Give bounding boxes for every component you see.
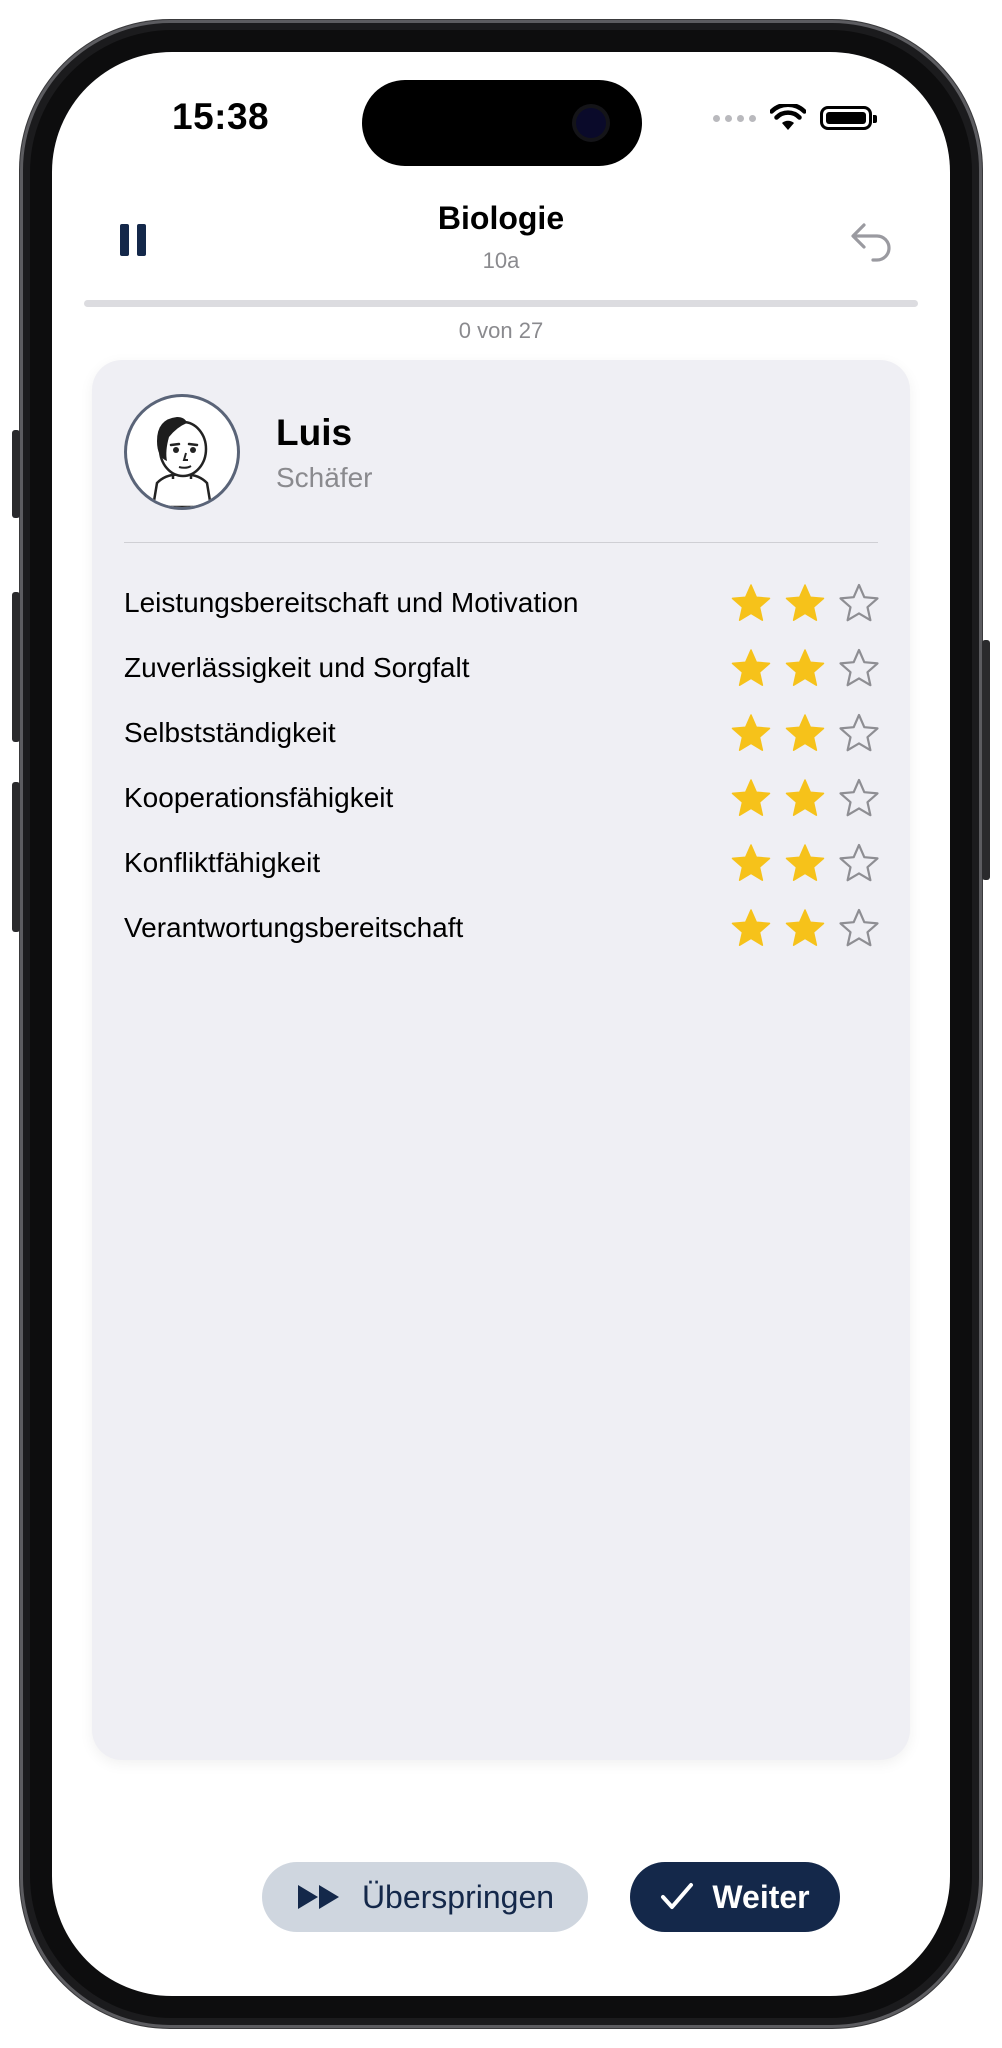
page-title: Biologie	[437, 200, 565, 236]
star-outline-icon[interactable]	[838, 907, 880, 949]
page-subtitle: 10a	[482, 248, 520, 273]
star-filled-icon[interactable]	[784, 647, 826, 689]
star-rating	[730, 777, 880, 819]
criterion-row: Selbstständigkeit	[124, 700, 880, 765]
wifi-icon	[770, 104, 806, 130]
criterion-row: Zuverlässigkeit und Sorgfalt	[124, 635, 880, 700]
star-rating	[730, 842, 880, 884]
star-rating	[730, 582, 880, 624]
criterion-label: Zuverlässigkeit und Sorgfalt	[124, 651, 470, 683]
screen: 15:38 Biologie 10a 0 von 27 Luis Schäfer…	[52, 52, 950, 1996]
star-filled-icon[interactable]	[730, 842, 772, 884]
star-outline-icon[interactable]	[838, 842, 880, 884]
divider	[124, 542, 878, 543]
progress-bar	[84, 300, 918, 307]
next-button-label: Weiter	[712, 1878, 810, 1915]
volume-up-button	[12, 592, 20, 742]
star-filled-icon[interactable]	[784, 582, 826, 624]
star-filled-icon[interactable]	[784, 907, 826, 949]
mute-switch	[12, 430, 20, 518]
avatar	[124, 394, 240, 510]
avatar-illustration	[151, 417, 213, 507]
volume-down-button	[12, 782, 20, 932]
star-outline-icon[interactable]	[838, 582, 880, 624]
star-filled-icon[interactable]	[730, 647, 772, 689]
criterion-row: Kooperationsfähigkeit	[124, 765, 880, 830]
battery-icon	[820, 106, 877, 130]
star-filled-icon[interactable]	[730, 777, 772, 819]
star-rating	[730, 907, 880, 949]
star-filled-icon[interactable]	[784, 712, 826, 754]
student-card: Luis Schäfer Leistungsbereitschaft und M…	[92, 360, 910, 1760]
front-camera	[576, 108, 606, 138]
criterion-label: Selbstständigkeit	[124, 716, 336, 748]
star-filled-icon[interactable]	[730, 712, 772, 754]
criterion-row: Verantwortungsbereitschaft	[124, 895, 880, 960]
skip-button[interactable]: Überspringen	[262, 1862, 588, 1932]
criterion-label: Leistungsbereitschaft und Motivation	[124, 586, 579, 618]
criteria-list: Leistungsbereitschaft und Motivation Zuve…	[124, 570, 880, 960]
fast-forward-icon	[297, 1885, 339, 1909]
criterion-row: Konfliktfähigkeit	[124, 830, 880, 895]
student-first-name: Luis	[276, 412, 353, 453]
star-filled-icon[interactable]	[784, 842, 826, 884]
undo-icon[interactable]	[846, 216, 896, 264]
status-indicators	[713, 104, 877, 132]
star-filled-icon[interactable]	[730, 907, 772, 949]
criterion-label: Kooperationsfähigkeit	[124, 781, 394, 813]
student-last-name: Schäfer	[276, 462, 373, 493]
criterion-label: Verantwortungsbereitschaft	[124, 911, 464, 943]
star-filled-icon[interactable]	[784, 777, 826, 819]
next-button[interactable]: Weiter	[630, 1862, 840, 1932]
criterion-row: Leistungsbereitschaft und Motivation	[124, 570, 880, 635]
checkmark-icon	[661, 1883, 694, 1909]
progress-text: 0 von 27	[458, 318, 544, 343]
star-filled-icon[interactable]	[730, 582, 772, 624]
dynamic-island	[362, 80, 642, 166]
power-button	[982, 640, 990, 880]
cellular-signal-icon	[713, 114, 756, 122]
star-outline-icon[interactable]	[838, 777, 880, 819]
star-outline-icon[interactable]	[838, 712, 880, 754]
criterion-label: Konfliktfähigkeit	[124, 846, 321, 878]
star-rating	[730, 712, 880, 754]
status-time: 15:38	[172, 96, 270, 137]
skip-button-label: Überspringen	[361, 1878, 555, 1915]
star-outline-icon[interactable]	[838, 647, 880, 689]
star-rating	[730, 647, 880, 689]
